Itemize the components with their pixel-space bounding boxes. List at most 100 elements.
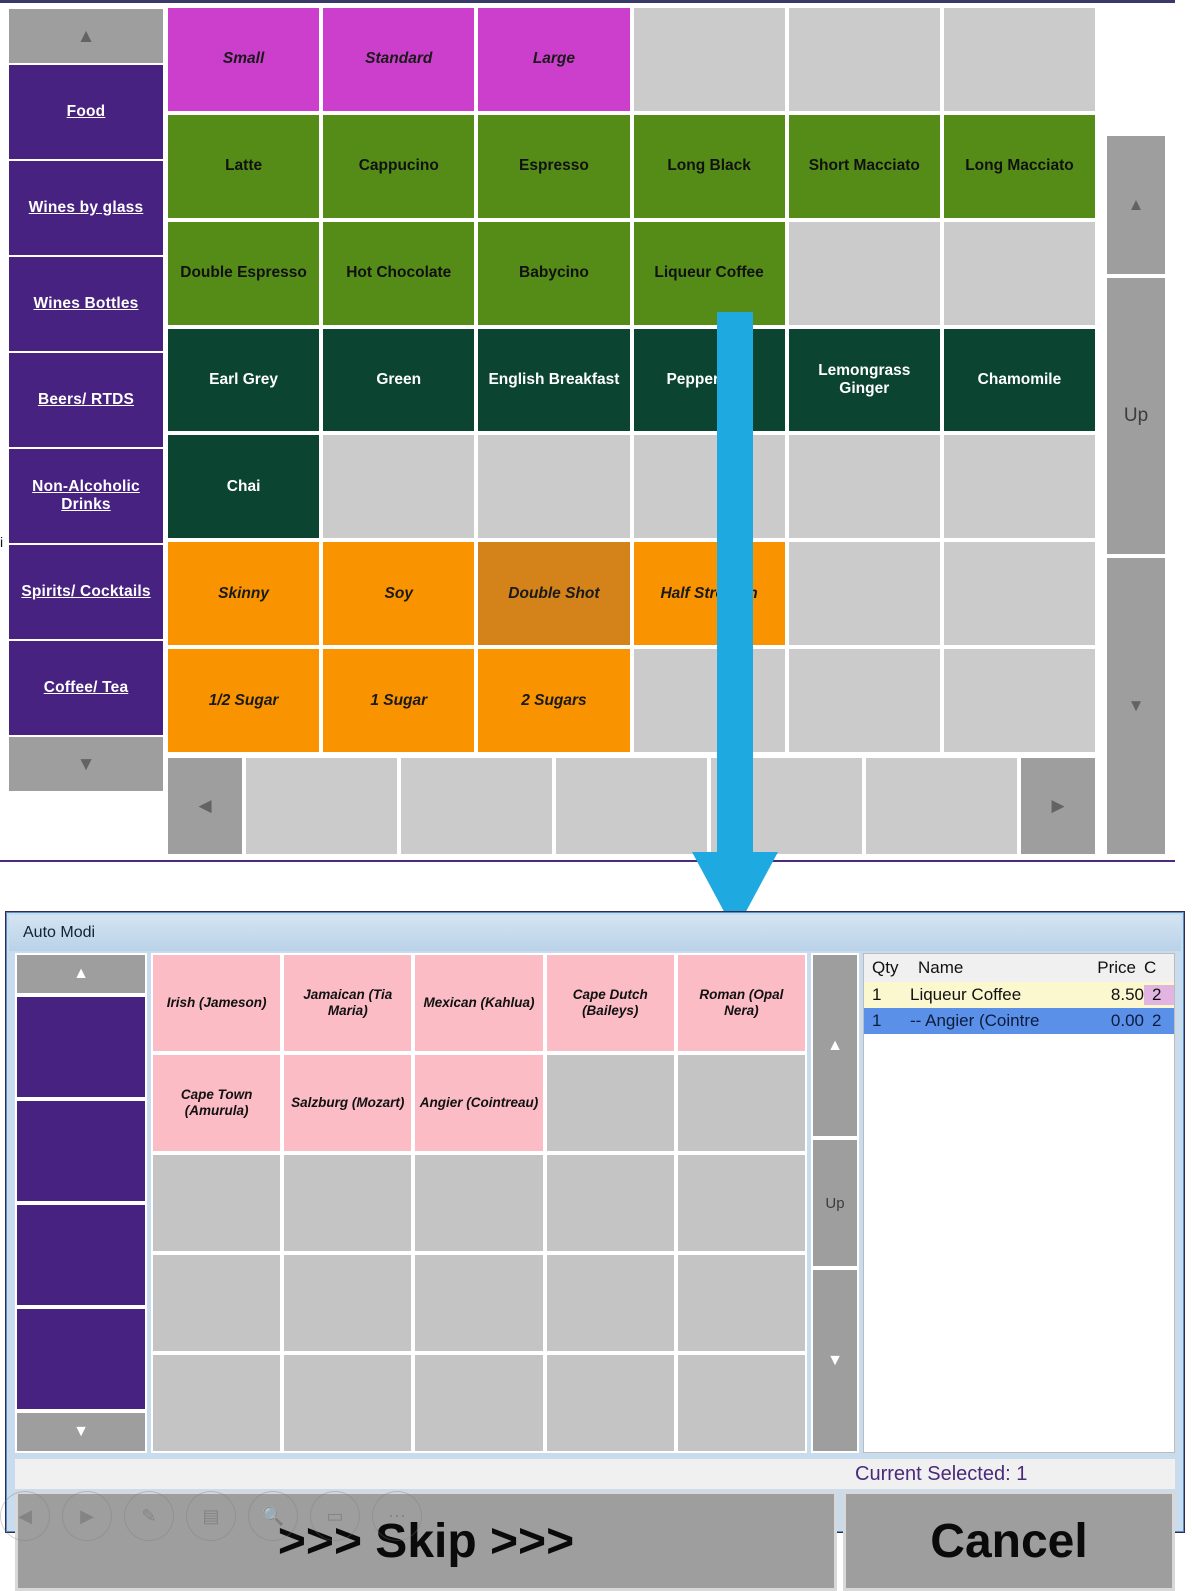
modifier-tile-empty xyxy=(282,1353,414,1453)
icon-glyph: ✎ xyxy=(141,1505,157,1526)
modifier-tile-empty xyxy=(675,1253,808,1353)
tile-label: Chamomile xyxy=(977,370,1062,388)
pen-icon[interactable]: ✎ xyxy=(124,1491,174,1541)
chevron-down-icon: ▼ xyxy=(76,753,96,775)
category-button-spirits-cocktails[interactable]: Spirits/ Cocktails xyxy=(8,544,164,640)
dialog-scroll-up-label-button[interactable]: Up xyxy=(811,1138,859,1268)
product-tile-large[interactable]: Large xyxy=(476,6,632,113)
product-tile-earl-grey[interactable]: Earl Grey xyxy=(166,326,322,434)
category-scroll-down-button[interactable]: ▼ xyxy=(8,736,164,792)
cancel-button[interactable]: Cancel xyxy=(843,1491,1175,1591)
page-next-button[interactable]: ▶ xyxy=(1019,756,1097,856)
page-slot[interactable] xyxy=(244,756,399,856)
modifier-tile-roman-opal-nera[interactable]: Roman (Opal Nera) xyxy=(675,953,808,1053)
product-tile-double-espresso[interactable]: Double Espresso xyxy=(166,219,322,327)
product-tile-hot-chocolate[interactable]: Hot Chocolate xyxy=(321,219,477,327)
product-tile-cappucino[interactable]: Cappucino xyxy=(321,112,477,220)
order-cell-name: -- Angier (Cointre xyxy=(910,1011,1040,1030)
more-icon[interactable]: ⋯ xyxy=(372,1491,422,1541)
page-slot[interactable] xyxy=(709,756,864,856)
tile-label: Standard xyxy=(365,50,433,68)
modifier-tile-irish-jameson[interactable]: Irish (Jameson) xyxy=(151,953,283,1053)
product-tile-chamomile[interactable]: Chamomile xyxy=(941,326,1098,434)
tile-label: Cappucino xyxy=(358,157,439,175)
product-grid-row: Double Espresso Hot Chocolate Babycino Liqu… xyxy=(166,219,1098,327)
icon-glyph: ▶ xyxy=(80,1505,94,1526)
forward-icon[interactable]: ▶ xyxy=(62,1491,112,1541)
dialog-category-slot[interactable] xyxy=(15,995,147,1099)
product-tile-latte[interactable]: Latte xyxy=(166,112,322,220)
product-tile-green[interactable]: Green xyxy=(321,326,477,434)
category-button-food[interactable]: Food xyxy=(8,64,164,160)
product-tile-half-strength[interactable]: Half Strength xyxy=(631,540,787,648)
product-tile-chai[interactable]: Chai xyxy=(166,433,322,541)
product-tile-soy[interactable]: Soy xyxy=(321,540,477,648)
modifier-grid-row: Irish (Jameson) Jamaican (Tia Maria) Mexic… xyxy=(151,953,808,1053)
dialog-scroll-up-button[interactable]: ▲ xyxy=(811,953,859,1138)
product-grid-row: Skinny Soy Double Shot Half Strength xyxy=(166,540,1098,648)
product-tile-2-sugars[interactable]: 2 Sugars xyxy=(476,647,632,754)
dialog-category-slot[interactable] xyxy=(15,1099,147,1203)
product-tile-skinny[interactable]: Skinny xyxy=(166,540,322,648)
product-grid-row: 1/2 Sugar 1 Sugar 2 Sugars xyxy=(166,647,1098,754)
product-tile-liqueur-coffee[interactable]: Liqueur Coffee xyxy=(631,219,787,327)
grid-scroll-down-button[interactable]: ▼ xyxy=(1105,556,1167,856)
category-button-non-alcoholic-drinks[interactable]: Non-Alcoholic Drinks xyxy=(8,448,164,544)
category-button-wines-by-glass[interactable]: Wines by glass xyxy=(8,160,164,256)
product-tile-long-macciato[interactable]: Long Macciato xyxy=(941,112,1098,220)
order-row[interactable]: 1 Liqueur Coffee 8.50 2 xyxy=(864,982,1174,1008)
product-tile-espresso[interactable]: Espresso xyxy=(476,112,632,220)
modifier-tile-salzburg-mozart[interactable]: Salzburg (Mozart) xyxy=(282,1053,414,1153)
back-icon[interactable]: ◀ xyxy=(0,1491,50,1541)
dialog-category-slot[interactable] xyxy=(15,1203,147,1307)
note-icon[interactable]: ▭ xyxy=(310,1491,360,1541)
order-row[interactable]: 1 -- Angier (Cointre 0.00 2 xyxy=(864,1008,1174,1034)
category-button-coffee-tea[interactable]: Coffee/ Tea xyxy=(8,640,164,736)
product-tile-long-black[interactable]: Long Black xyxy=(631,112,787,220)
tile-label: Salzburg (Mozart) xyxy=(291,1094,405,1110)
product-grid: Small Standard Large Latte Cappucino Espresso… xyxy=(166,6,1098,754)
modifier-tile-angier-cointreau[interactable]: Angier (Cointreau) xyxy=(413,1053,545,1153)
dialog-category-slot[interactable] xyxy=(15,1307,147,1411)
dialog-category-scroll-up-button[interactable]: ▲ xyxy=(15,953,147,995)
tile-label: Hot Chocolate xyxy=(346,264,452,282)
page-slot[interactable] xyxy=(864,756,1019,856)
modifier-tile-jamaican-tia-maria[interactable]: Jamaican (Tia Maria) xyxy=(282,953,414,1053)
page-prev-button[interactable]: ◀ xyxy=(166,756,244,856)
tile-label: Half Strength xyxy=(660,584,758,602)
tile-label: Green xyxy=(376,370,422,388)
product-tile-empty xyxy=(786,219,942,327)
column-header-qty: Qty xyxy=(872,958,899,977)
product-tile-short-macciato[interactable]: Short Macciato xyxy=(786,112,942,220)
modifier-tile-empty xyxy=(151,1353,283,1453)
product-tile-babycino[interactable]: Babycino xyxy=(476,219,632,327)
dialog-scroll-down-button[interactable]: ▼ xyxy=(811,1268,859,1453)
product-tile-english-breakfast[interactable]: English Breakfast xyxy=(476,326,632,434)
modifier-tile-cape-dutch-baileys[interactable]: Cape Dutch (Baileys) xyxy=(544,953,676,1053)
order-list-pane[interactable]: Qty Name Price C 1 Liqueur Coffee 8.50 2 1 --… xyxy=(863,953,1175,1453)
product-tile-small[interactable]: Small xyxy=(166,6,322,113)
search-icon[interactable]: 🔍 xyxy=(248,1491,298,1541)
icon-glyph: ▭ xyxy=(326,1505,344,1526)
grid-scroll-up-button[interactable]: ▲ xyxy=(1105,134,1167,276)
dialog-category-scroll-down-button[interactable]: ▼ xyxy=(15,1411,147,1453)
grid-scroll-up-label-button[interactable]: Up xyxy=(1105,276,1167,556)
page-slot[interactable] xyxy=(554,756,709,856)
product-tile-double-shot[interactable]: Double Shot xyxy=(476,540,632,648)
product-tile-1-sugar[interactable]: 1 Sugar xyxy=(321,647,477,754)
category-button-beers-rtds[interactable]: Beers/ RTDS xyxy=(8,352,164,448)
category-button-wines-bottles[interactable]: Wines Bottles xyxy=(8,256,164,352)
category-scroll-up-button[interactable]: ▲ xyxy=(8,8,164,64)
tile-label: Latte xyxy=(225,157,263,175)
category-label: Food xyxy=(66,102,106,120)
modifier-tile-cape-town-amurula[interactable]: Cape Town (Amurula) xyxy=(151,1053,283,1153)
modifier-tile-mexican-kahlua[interactable]: Mexican (Kahlua) xyxy=(413,953,545,1053)
product-tile-peppermint[interactable]: Peppermint xyxy=(631,326,787,434)
layout-icon[interactable]: ▤ xyxy=(186,1491,236,1541)
chevron-down-icon: ▼ xyxy=(1127,696,1145,715)
product-tile-standard[interactable]: Standard xyxy=(321,6,477,113)
dialog-category-sidebar: ▲ ▼ xyxy=(15,953,147,1453)
product-tile-1-2-sugar[interactable]: 1/2 Sugar xyxy=(166,647,322,754)
page-slot[interactable] xyxy=(399,756,554,856)
product-tile-lemongrass-ginger[interactable]: Lemongrass Ginger xyxy=(786,326,942,434)
